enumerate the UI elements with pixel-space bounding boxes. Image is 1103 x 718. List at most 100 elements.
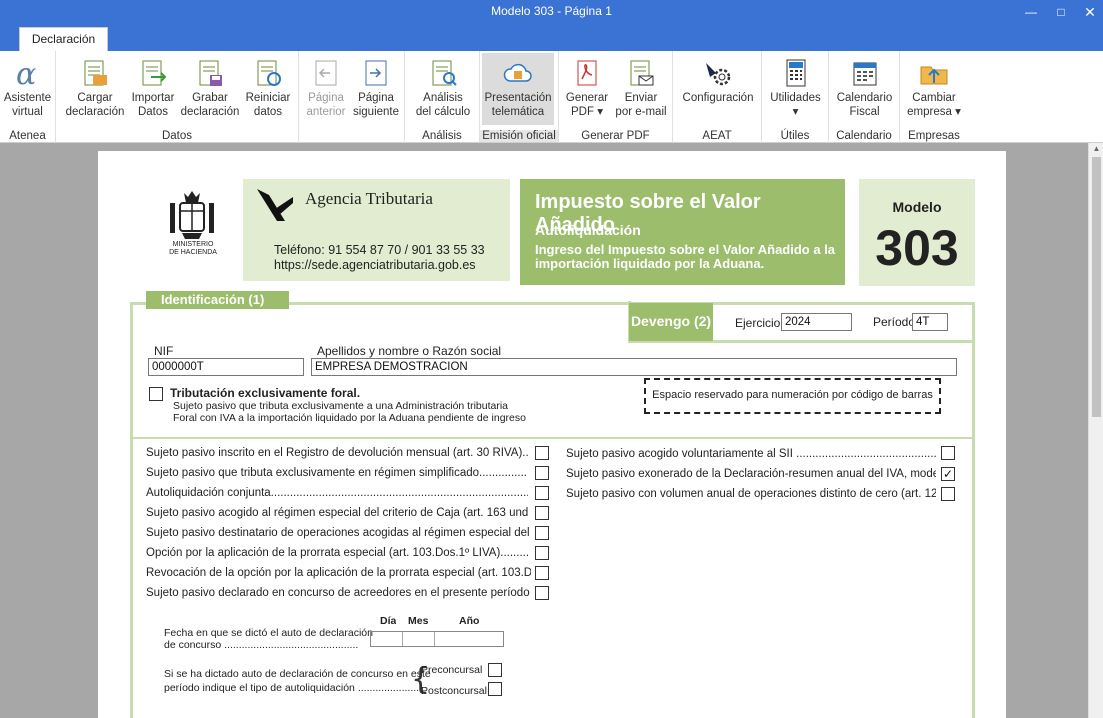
ribbon: α Asistente virtual Atenea Cargar declar…: [0, 51, 1103, 143]
pagina-anterior-button[interactable]: Página anterior: [301, 53, 351, 125]
check-revocacion-prorrata[interactable]: [535, 566, 549, 580]
foral-line1: Sujeto pasivo que tributa exclusivamente…: [173, 400, 509, 412]
analisis-calculo-button[interactable]: Análisis del cálculo: [411, 53, 475, 125]
group-label: Generar PDF: [581, 130, 650, 142]
cambiar-empresa-button[interactable]: Cambiar empresa ▾: [903, 53, 965, 125]
group-label: Útiles: [780, 130, 810, 142]
group-label: Datos: [161, 130, 193, 142]
devengo-tab: Devengo (2): [629, 303, 713, 341]
check-autoliquidacion-conjunta[interactable]: [535, 486, 549, 500]
importar-datos-button[interactable]: Importar Datos: [128, 53, 178, 125]
ribbon-group-paginas: Página anterior Página siguiente: [299, 51, 405, 143]
group-label: Atenea: [9, 130, 46, 142]
next-page-icon: [365, 60, 387, 86]
check-regimen-simplificado[interactable]: [535, 466, 549, 480]
check-prorrata-especial[interactable]: [535, 546, 549, 560]
check-concurso-acreedores[interactable]: [535, 586, 549, 600]
check-sii[interactable]: [941, 446, 955, 460]
ejercicio-input[interactable]: 2024: [781, 313, 852, 331]
periodo-label: Período: [873, 315, 916, 329]
button-label: declaración: [180, 106, 240, 118]
fecha-concurso-input[interactable]: [370, 631, 504, 647]
check-label-autoliquidacion-conjunta: Autoliquidación conjunta................…: [146, 487, 528, 499]
utilidades-button[interactable]: Utilidades ▾: [766, 53, 825, 125]
pagina-siguiente-button[interactable]: Página siguiente: [351, 53, 401, 125]
date-separator: [434, 632, 435, 646]
check-volumen-operaciones[interactable]: [941, 487, 955, 501]
button-label: Enviar: [624, 92, 658, 104]
grabar-declaracion-button[interactable]: Grabar declaración: [178, 53, 242, 125]
modelo-header: Modelo 303: [859, 179, 975, 286]
check-label-concurso-acreedores: Sujeto pasivo declarado en concurso de a…: [146, 587, 531, 599]
check-registro-devolucion[interactable]: [535, 446, 549, 460]
ribbon-group-analisis: Análisis del cálculo Análisis: [405, 51, 480, 143]
asistente-virtual-button[interactable]: α Asistente virtual: [0, 53, 55, 125]
button-label: por e-mail: [615, 106, 667, 118]
button-label: Cargar: [77, 92, 113, 104]
ribbon-group-calendario: Calendario Fiscal Calendario: [829, 51, 900, 143]
check-label-sii: Sujeto pasivo acogido voluntariamente al…: [566, 448, 936, 460]
nif-input[interactable]: 0000000T: [148, 358, 304, 376]
vertical-scrollbar[interactable]: ▲: [1088, 143, 1103, 718]
group-label: Empresas: [908, 130, 960, 142]
autoliquidacion-title: Autoliquidación: [535, 222, 641, 238]
ministerio-text: MINISTERIO: [172, 241, 214, 248]
check-preconcursal[interactable]: [488, 663, 502, 677]
group-label: AEAT: [702, 130, 732, 142]
mes-label: Mes: [408, 615, 429, 627]
close-icon[interactable]: ✕: [1077, 2, 1103, 22]
minimize-icon[interactable]: —: [1018, 2, 1044, 22]
check-criterio-caja[interactable]: [535, 506, 549, 520]
load-doc-icon: [84, 60, 107, 86]
scroll-thumb[interactable]: [1092, 157, 1101, 417]
check-label-destinatario-caja: Sujeto pasivo destinatario de operacione…: [146, 527, 531, 539]
button-label: Página: [308, 92, 344, 104]
button-label: telemática: [491, 106, 545, 118]
save-doc-icon: [199, 60, 222, 86]
maximize-icon[interactable]: □: [1048, 2, 1074, 22]
check-label-revocacion-prorrata: Revocación de la opción por la aplicació…: [146, 567, 531, 579]
button-label: datos: [253, 106, 283, 118]
foral-checkbox[interactable]: [149, 387, 163, 401]
analysis-icon: [432, 60, 457, 86]
window-title: Modelo 303 - Página 1: [491, 4, 612, 18]
enviar-email-button[interactable]: Enviar por e-mail: [613, 53, 669, 125]
presentacion-telematica-button[interactable]: Presentación telemática: [482, 53, 554, 125]
button-label: siguiente: [352, 106, 400, 118]
group-label: Análisis: [422, 130, 462, 142]
generar-pdf-button[interactable]: Generar PDF ▾: [561, 53, 613, 125]
dia-label: Día: [380, 615, 397, 627]
check-label-criterio-caja: Sujeto pasivo acogido al régimen especia…: [146, 507, 528, 519]
cargar-declaracion-button[interactable]: Cargar declaración: [62, 53, 128, 125]
calculator-icon: [786, 59, 805, 87]
group-label: Calendario: [836, 130, 892, 142]
cloud-upload-icon: [503, 63, 532, 82]
periodo-input[interactable]: 4T: [912, 313, 948, 331]
hacienda-text: DE HACIENDA: [169, 249, 217, 256]
tipo-autoliquidacion-label: Si se ha dictado auto de declaración de …: [164, 668, 431, 680]
button-label: Página: [358, 92, 394, 104]
ejercicio-label: Ejercicio: [735, 316, 781, 330]
button-label: Cambiar: [912, 92, 956, 104]
check-destinatario-caja[interactable]: [535, 526, 549, 540]
check-postconcursal[interactable]: [488, 682, 502, 696]
alpha-icon: α: [16, 57, 36, 89]
tab-declaracion[interactable]: Declaración: [19, 27, 108, 51]
import-icon: [142, 60, 167, 86]
email-icon: [630, 60, 654, 86]
button-label: Reiniciar: [245, 92, 291, 104]
agencia-name: Agencia Tributaria: [305, 189, 433, 208]
section-divider: [133, 437, 972, 439]
reiniciar-datos-button[interactable]: Reiniciar datos: [242, 53, 294, 125]
nif-label: NIF: [154, 344, 174, 358]
configuracion-button[interactable]: Configuración: [677, 53, 759, 125]
modelo-label: Modelo: [892, 199, 942, 215]
button-label: Importar: [131, 92, 175, 104]
fecha-concurso-label-2: de concurso ............................…: [164, 639, 359, 651]
check-exonerado-390[interactable]: ✓: [941, 467, 955, 481]
nombre-input[interactable]: EMPRESA DEMOSTRACION: [311, 358, 957, 376]
date-separator: [402, 632, 403, 646]
calendario-fiscal-button[interactable]: Calendario Fiscal: [833, 53, 896, 125]
scroll-up-icon[interactable]: ▲: [1089, 144, 1103, 156]
ministerio-label: MINISTERIO DE HACIENDA: [158, 241, 228, 257]
